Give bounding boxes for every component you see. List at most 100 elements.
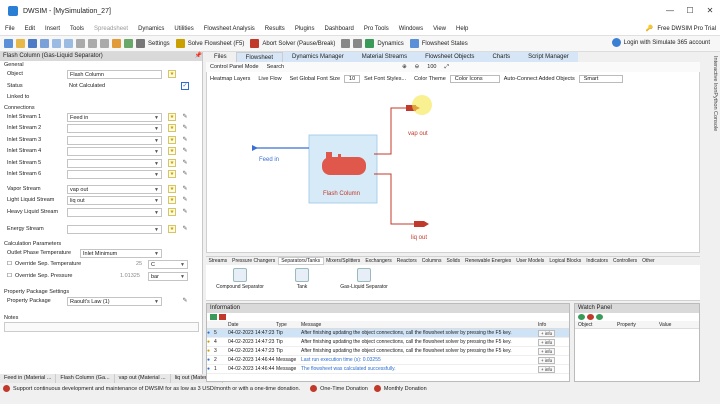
edit-icon[interactable]: ✎ bbox=[181, 113, 189, 121]
edit-icon[interactable]: ✎ bbox=[181, 170, 189, 178]
tab-script-manager[interactable]: Script Manager bbox=[519, 52, 578, 62]
inlet3-select[interactable]: ▼ bbox=[67, 135, 162, 145]
heatmap-layers-button[interactable]: Heatmap Layers bbox=[206, 76, 254, 82]
edit-icon[interactable]: ✎ bbox=[181, 136, 189, 144]
edit-icon[interactable]: ✎ bbox=[181, 297, 189, 305]
override-temp-value[interactable]: 25 bbox=[136, 261, 142, 267]
table-row[interactable]: ● 3 04-02-2023 14:47:23 Tip After finish… bbox=[207, 347, 569, 356]
table-row[interactable]: ● 1 04-02-2023 14:46:44 Message The flow… bbox=[207, 365, 569, 374]
palette-tab-solids[interactable]: Solids bbox=[444, 258, 463, 264]
menu-pro-tools[interactable]: Pro Tools bbox=[359, 26, 394, 32]
control-panel-mode-button[interactable]: Control Panel Mode bbox=[206, 64, 263, 70]
flash-column-vessel[interactable] bbox=[322, 157, 366, 175]
flowsheet-states-icon[interactable] bbox=[409, 39, 419, 48]
new-icon[interactable] bbox=[4, 39, 13, 48]
simulate365-icon[interactable] bbox=[611, 38, 621, 47]
menu-plugins[interactable]: Plugins bbox=[290, 26, 320, 32]
tab-material-streams[interactable]: Material Streams bbox=[352, 52, 417, 62]
star-icon[interactable]: ★ bbox=[168, 184, 176, 193]
edit-icon[interactable]: ✎ bbox=[181, 196, 189, 204]
ironpython-console-tab[interactable]: Interactive IronPython Console bbox=[704, 56, 718, 146]
add-icon[interactable] bbox=[578, 314, 585, 320]
liq-out-label[interactable]: liq out bbox=[411, 235, 427, 241]
temp-unit-select[interactable]: C ▼ bbox=[148, 260, 188, 269]
tab-charts[interactable]: Charts bbox=[483, 52, 520, 62]
maximize-button[interactable]: ☐ bbox=[680, 0, 700, 22]
info-button[interactable]: + info bbox=[538, 330, 556, 337]
menu-help[interactable]: Help bbox=[451, 26, 473, 32]
edit-icon[interactable]: ✎ bbox=[181, 124, 189, 132]
star-icon[interactable]: ★ bbox=[168, 147, 176, 155]
save-icon[interactable] bbox=[28, 39, 37, 48]
menu-utilities[interactable]: Utilities bbox=[169, 26, 198, 32]
clear-icon[interactable] bbox=[219, 314, 226, 320]
override-press-checkbox[interactable]: ☐ bbox=[7, 273, 12, 279]
table-row[interactable]: ● 4 04-02-2023 14:47:23 Tip After finish… bbox=[207, 338, 569, 347]
pin-icon[interactable]: 📌 bbox=[195, 52, 202, 61]
properties-icon[interactable] bbox=[124, 39, 133, 48]
inlet2-select[interactable]: ▼ bbox=[67, 124, 162, 133]
cut-icon[interactable] bbox=[76, 39, 85, 48]
star-icon[interactable]: ★ bbox=[168, 112, 176, 121]
palette-tab-reactors[interactable]: Reactors bbox=[394, 258, 419, 264]
light-liquid-select[interactable]: liq out ▼ bbox=[67, 196, 162, 205]
star-icon[interactable]: ★ bbox=[168, 170, 176, 178]
tab-flowsheet[interactable]: Flowsheet bbox=[235, 52, 284, 62]
monthly-donation-link[interactable]: Monthly Donation bbox=[384, 386, 427, 392]
inlet1-select[interactable]: Feed in ▼ bbox=[67, 112, 162, 122]
dynamics-icon[interactable] bbox=[365, 39, 375, 48]
tab-flowsheet-objects[interactable]: Flowsheet Objects bbox=[416, 52, 484, 62]
inlet4-select[interactable]: ▼ bbox=[67, 147, 162, 156]
info-button[interactable]: + info bbox=[538, 366, 556, 373]
palette-tab-separators[interactable]: Separators/Tanks bbox=[277, 257, 324, 265]
pro-trial-link[interactable]: Free DWSIM Pro Trial bbox=[657, 26, 716, 32]
palette-tab-streams[interactable]: Streams bbox=[206, 258, 230, 264]
abort-icon[interactable] bbox=[250, 39, 260, 48]
info-button[interactable]: + info bbox=[538, 339, 556, 346]
property-package-select[interactable]: Raoult's Law (1) ▼ bbox=[67, 297, 162, 306]
feed-label[interactable]: Feed in bbox=[259, 157, 279, 163]
save-as-icon[interactable] bbox=[40, 39, 49, 48]
undo-icon[interactable] bbox=[52, 39, 61, 48]
tab-files[interactable]: Files bbox=[205, 52, 236, 62]
redo-icon[interactable] bbox=[64, 39, 73, 48]
table-row[interactable]: ● 5 04-02-2023 14:47:23 Tip After finish… bbox=[207, 329, 569, 338]
col-date[interactable]: Date bbox=[228, 321, 276, 328]
abort-solver-button[interactable]: Abort Solver (Pause/Break) bbox=[262, 41, 335, 47]
flowsheet-states-button[interactable]: Flowsheet States bbox=[422, 41, 468, 47]
paste-icon[interactable] bbox=[100, 39, 109, 48]
edit-icon[interactable]: ✎ bbox=[181, 185, 189, 193]
object-name-field[interactable]: Flash Column bbox=[67, 70, 162, 79]
refresh-icon[interactable] bbox=[596, 314, 603, 320]
search-button[interactable]: Search bbox=[263, 64, 288, 70]
copy-icon[interactable] bbox=[88, 39, 97, 48]
menu-view[interactable]: View bbox=[428, 26, 451, 32]
menu-windows[interactable]: Windows bbox=[394, 26, 428, 32]
remove-icon[interactable] bbox=[587, 314, 594, 320]
flash-column-label[interactable]: Flash Column bbox=[323, 191, 360, 197]
open-icon[interactable] bbox=[16, 39, 25, 48]
liq-out-stream-line[interactable] bbox=[374, 173, 420, 225]
font-size-input[interactable]: 10 bbox=[344, 74, 361, 83]
edit-icon[interactable]: ✎ bbox=[181, 225, 189, 233]
col-property[interactable]: Property bbox=[617, 321, 659, 328]
menu-spreadsheet[interactable]: Spreadsheet bbox=[89, 26, 133, 32]
pause-icon[interactable] bbox=[341, 39, 351, 48]
inlet6-select[interactable]: ▼ bbox=[67, 170, 162, 179]
solve-icon[interactable] bbox=[175, 39, 185, 48]
palette-tab-indicators[interactable]: Indicators bbox=[584, 258, 611, 264]
menu-dynamics[interactable]: Dynamics bbox=[133, 26, 169, 32]
col-info[interactable]: Info bbox=[538, 321, 566, 328]
star-icon[interactable]: ★ bbox=[168, 70, 176, 78]
active-checkbox[interactable]: ✓ bbox=[181, 81, 189, 90]
tab-dynamics-manager[interactable]: Dynamics Manager bbox=[283, 52, 353, 62]
table-row[interactable]: ● 2 04-02-2023 14:46:44 Message Last run… bbox=[207, 356, 569, 365]
menu-insert[interactable]: Insert bbox=[40, 26, 65, 32]
edit-icon[interactable]: ✎ bbox=[181, 208, 189, 216]
palette-tab-pressure-changers[interactable]: Pressure Changers bbox=[230, 258, 278, 264]
palette-tab-columns[interactable]: Columns bbox=[419, 258, 444, 264]
compounds-icon[interactable] bbox=[112, 39, 121, 48]
one-time-donation-link[interactable]: One-Time Donation bbox=[320, 386, 368, 392]
palette-tank[interactable]: Tank bbox=[284, 268, 320, 290]
star-icon[interactable]: ★ bbox=[168, 207, 176, 216]
